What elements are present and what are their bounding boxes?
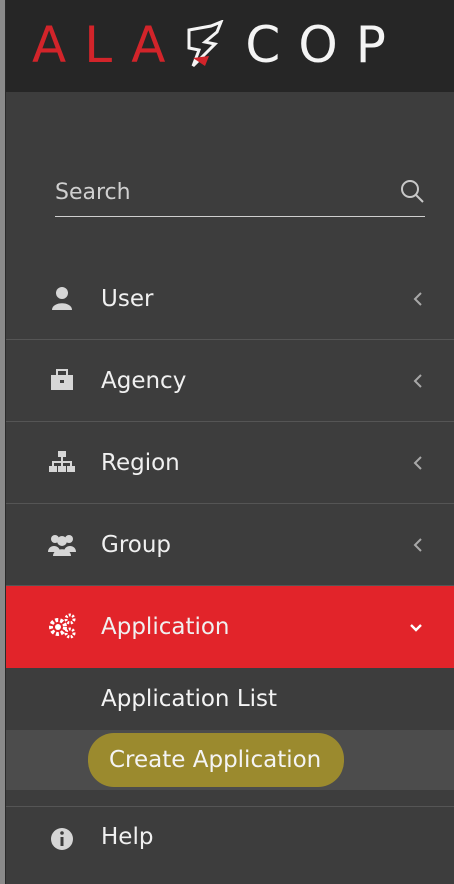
sidebar-item-label: Help	[101, 824, 154, 850]
chevron-left-icon	[413, 292, 422, 306]
users-icon	[48, 535, 76, 556]
chevron-left-icon	[413, 374, 422, 388]
briefcase-icon	[51, 369, 73, 390]
user-icon	[52, 287, 72, 310]
brand-part1: ALA	[32, 16, 184, 74]
info-icon	[51, 828, 73, 850]
divider	[6, 790, 454, 807]
chevron-down-icon	[410, 624, 422, 632]
submenu-item-create-application[interactable]: Create Application	[6, 730, 454, 790]
submenu-item-application-list[interactable]: Application List	[6, 668, 454, 730]
sidebar-item-agency[interactable]: Agency	[6, 340, 454, 422]
sidebar-item-user[interactable]: User	[6, 258, 454, 340]
search-icon[interactable]	[399, 178, 425, 204]
brand-part2: COP	[245, 16, 404, 74]
sitemap-icon	[49, 451, 75, 472]
sidebar-item-label: User	[101, 285, 154, 312]
sidebar-item-region[interactable]: Region	[6, 422, 454, 504]
sidebar-item-application[interactable]: Application	[6, 586, 454, 668]
submenu-item-label: Application List	[101, 686, 278, 712]
sidebar-item-group[interactable]: Group	[6, 504, 454, 586]
search-input[interactable]	[55, 170, 375, 214]
sidebar-item-label: Group	[101, 531, 172, 558]
cogs-icon	[49, 613, 76, 639]
sidebar-item-label: Region	[101, 449, 180, 476]
sidebar-menu: User Agency Region Group Application App…	[6, 258, 454, 867]
chevron-left-icon	[413, 538, 422, 552]
chevron-left-icon	[413, 456, 422, 470]
brand-emblem-icon	[187, 20, 224, 68]
application-submenu: Application List Create Application	[6, 668, 454, 807]
sidebar-item-label: Application	[101, 614, 230, 640]
search-box	[55, 170, 425, 217]
submenu-item-label: Create Application	[109, 747, 322, 773]
header: ALA COP	[6, 0, 454, 92]
sidebar-item-help[interactable]: Help	[6, 807, 454, 867]
brand-logo[interactable]: ALA COP	[32, 14, 404, 76]
sidebar-item-label: Agency	[101, 367, 187, 394]
